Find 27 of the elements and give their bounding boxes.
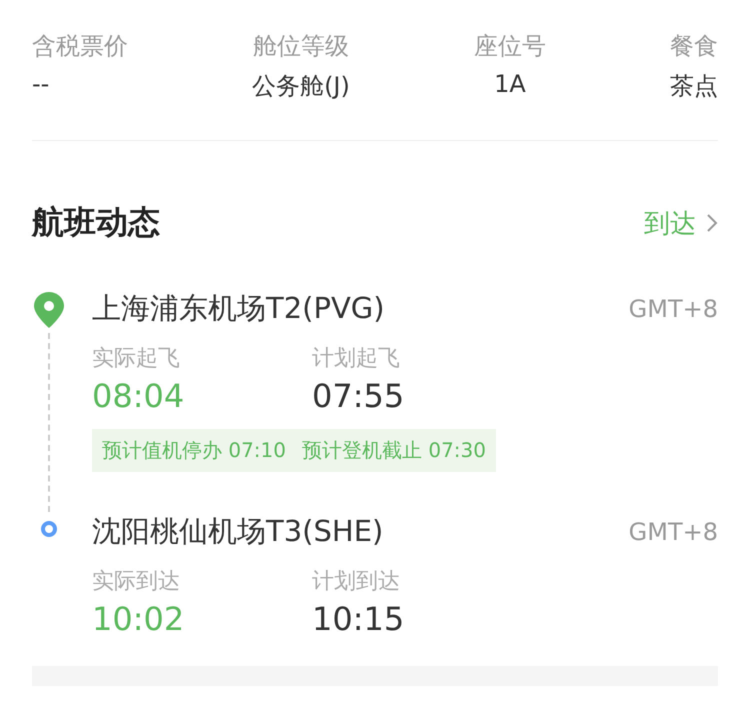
info-label: 座位号 — [474, 31, 546, 62]
time-value: 10:15 — [312, 600, 406, 638]
time-label: 计划起飞 — [312, 345, 401, 373]
info-value: 茶点 — [670, 71, 718, 102]
airport-name: 上海浦东机场T2(PVG) — [92, 290, 385, 327]
timezone: GMT+8 — [628, 518, 718, 546]
location-pin-icon — [33, 291, 65, 329]
timezone: GMT+8 — [628, 295, 718, 323]
notice-text: 预计值机停办 07:10 — [102, 437, 286, 464]
info-value: 公务舱(J) — [252, 71, 350, 102]
time-label: 实际到达 — [92, 568, 181, 596]
chevron-right-icon — [706, 213, 718, 233]
info-value: -- — [32, 70, 50, 98]
time-value: 08:04 — [92, 377, 186, 415]
time-value: 07:55 — [312, 377, 406, 415]
info-label: 舱位等级 — [252, 31, 350, 62]
section-title: 航班动态 — [32, 202, 160, 243]
info-value: 1A — [493, 70, 527, 98]
time-label: 实际起飞 — [92, 345, 181, 373]
arrival-link[interactable]: 到达 — [644, 206, 718, 240]
arrival-dot-icon — [40, 520, 58, 538]
time-label: 计划到达 — [312, 568, 401, 596]
notice-text: 预计登机截止 07:30 — [302, 437, 486, 464]
airport-name: 沈阳桃仙机场T3(SHE) — [92, 513, 384, 550]
info-label: 含税票价 — [32, 31, 128, 62]
time-value: 10:02 — [92, 600, 186, 638]
info-label: 餐食 — [670, 31, 718, 62]
